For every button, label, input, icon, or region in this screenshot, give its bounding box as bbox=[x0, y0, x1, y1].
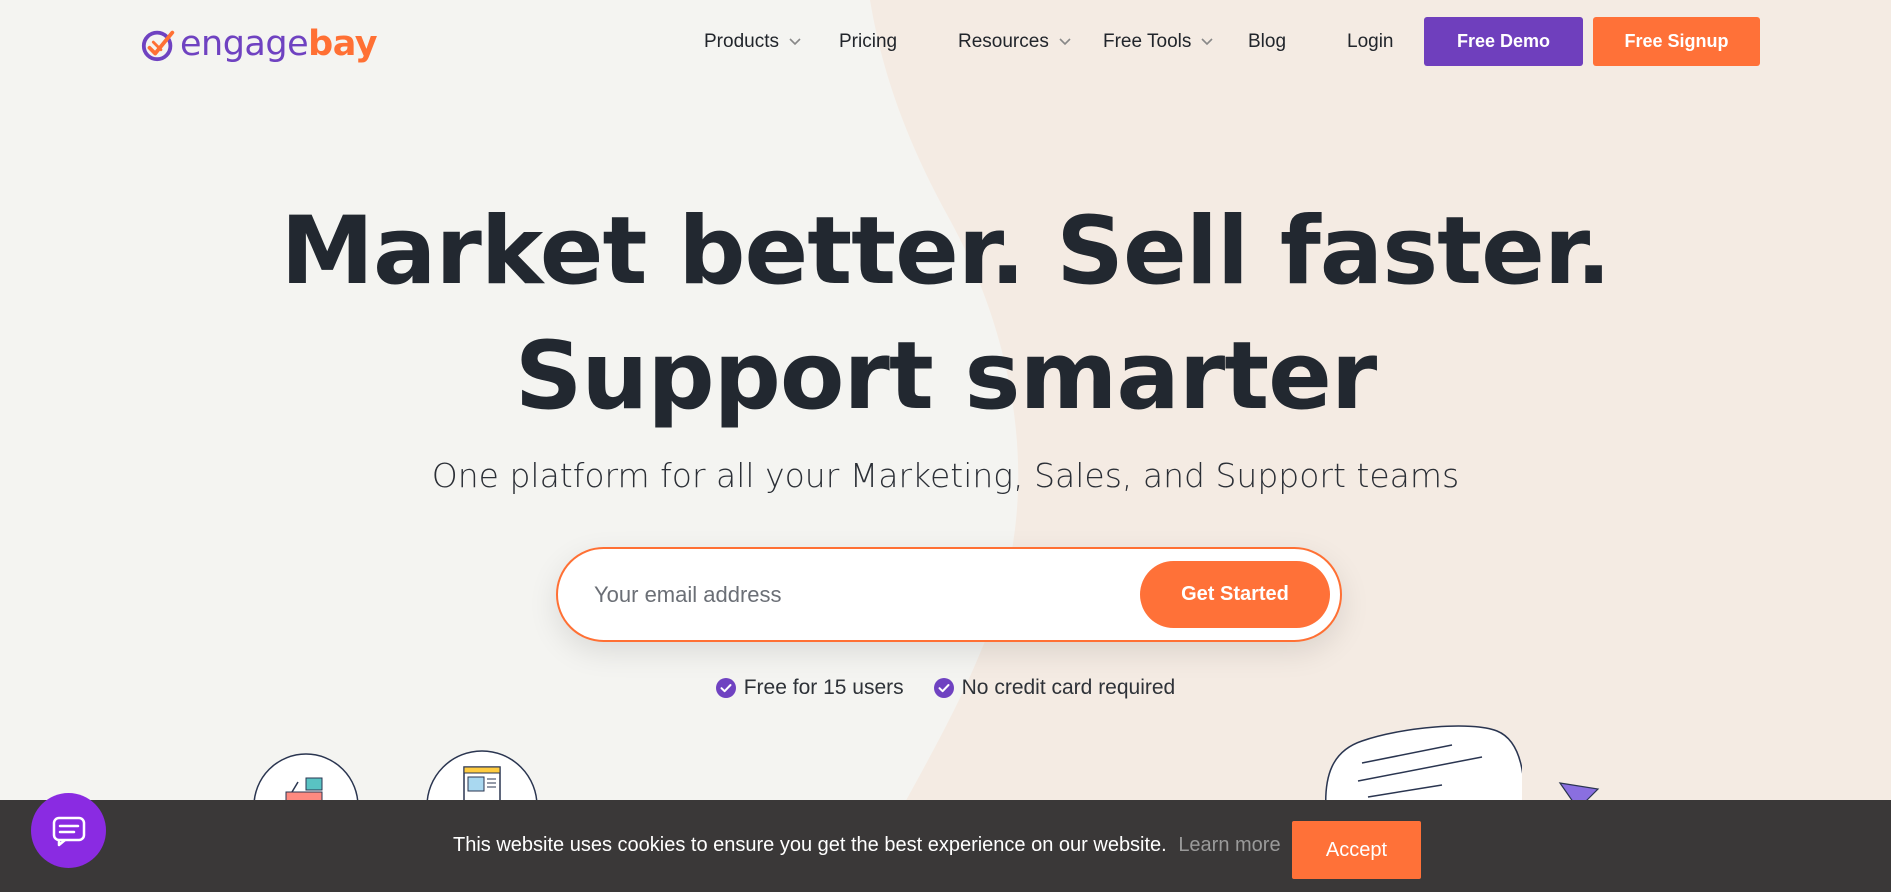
email-input[interactable] bbox=[594, 571, 1074, 619]
web-page-illustration bbox=[426, 750, 538, 806]
get-started-button[interactable]: Get Started bbox=[1140, 561, 1330, 628]
accept-cookies-button[interactable]: Accept bbox=[1292, 821, 1421, 879]
logo-bay-text: bay bbox=[308, 23, 378, 64]
logo-engage-text: engage bbox=[180, 23, 309, 64]
logo-mark-icon bbox=[141, 30, 175, 62]
nav-free-tools[interactable]: Free Tools bbox=[1103, 28, 1213, 56]
nav-login-label: Login bbox=[1347, 31, 1394, 52]
chat-widget-button[interactable] bbox=[31, 793, 106, 868]
cookie-message-text: This website uses cookies to ensure you … bbox=[453, 834, 1167, 856]
chevron-down-icon bbox=[1201, 38, 1213, 46]
free-demo-button[interactable]: Free Demo bbox=[1424, 17, 1583, 66]
nav-pricing[interactable]: Pricing bbox=[839, 28, 897, 56]
engagebay-logo[interactable]: engagebay bbox=[140, 22, 378, 66]
logo-text: engagebay bbox=[180, 23, 378, 64]
nav-pricing-label: Pricing bbox=[839, 31, 898, 52]
nav-login[interactable]: Login bbox=[1347, 28, 1394, 56]
site-header: engagebay Products Pricing Resources Fre… bbox=[0, 0, 1891, 84]
feature-list: Free for 15 users No credit card require… bbox=[0, 676, 1891, 700]
cookie-banner: This website uses cookies to ensure you … bbox=[0, 800, 1891, 892]
hero-title-line1: Market better. Sell faster. bbox=[280, 197, 1611, 306]
chevron-down-icon bbox=[789, 38, 801, 46]
check-circle-icon bbox=[715, 678, 736, 698]
free-signup-button[interactable]: Free Signup bbox=[1593, 17, 1760, 66]
feature-item: Free for 15 users bbox=[715, 676, 904, 700]
feature-label: No credit card required bbox=[961, 676, 1176, 699]
desk-computer-illustration bbox=[253, 753, 359, 808]
hero-title-line2: Support smarter bbox=[514, 322, 1378, 431]
chevron-down-icon bbox=[1059, 38, 1071, 46]
chat-icon bbox=[52, 816, 85, 846]
nav-products-label: Products bbox=[704, 31, 779, 52]
nav-blog[interactable]: Blog bbox=[1248, 28, 1286, 56]
nav-resources-label: Resources bbox=[958, 31, 1049, 52]
check-circle-icon bbox=[933, 678, 954, 698]
hero-subtitle: One platform for all your Marketing, Sal… bbox=[431, 456, 1460, 495]
email-signup-form: Get Started bbox=[556, 547, 1342, 642]
nav-free-tools-label: Free Tools bbox=[1103, 31, 1192, 52]
speech-bubble-illustration bbox=[1324, 725, 1522, 811]
nav-resources[interactable]: Resources bbox=[958, 28, 1071, 56]
feature-item: No credit card required bbox=[933, 676, 1176, 700]
nav-products[interactable]: Products bbox=[704, 28, 801, 56]
feature-label: Free for 15 users bbox=[743, 676, 904, 699]
cookie-message: This website uses cookies to ensure you … bbox=[453, 834, 1281, 857]
nav-blog-label: Blog bbox=[1248, 31, 1287, 52]
learn-more-link[interactable]: Learn more bbox=[1178, 834, 1280, 856]
